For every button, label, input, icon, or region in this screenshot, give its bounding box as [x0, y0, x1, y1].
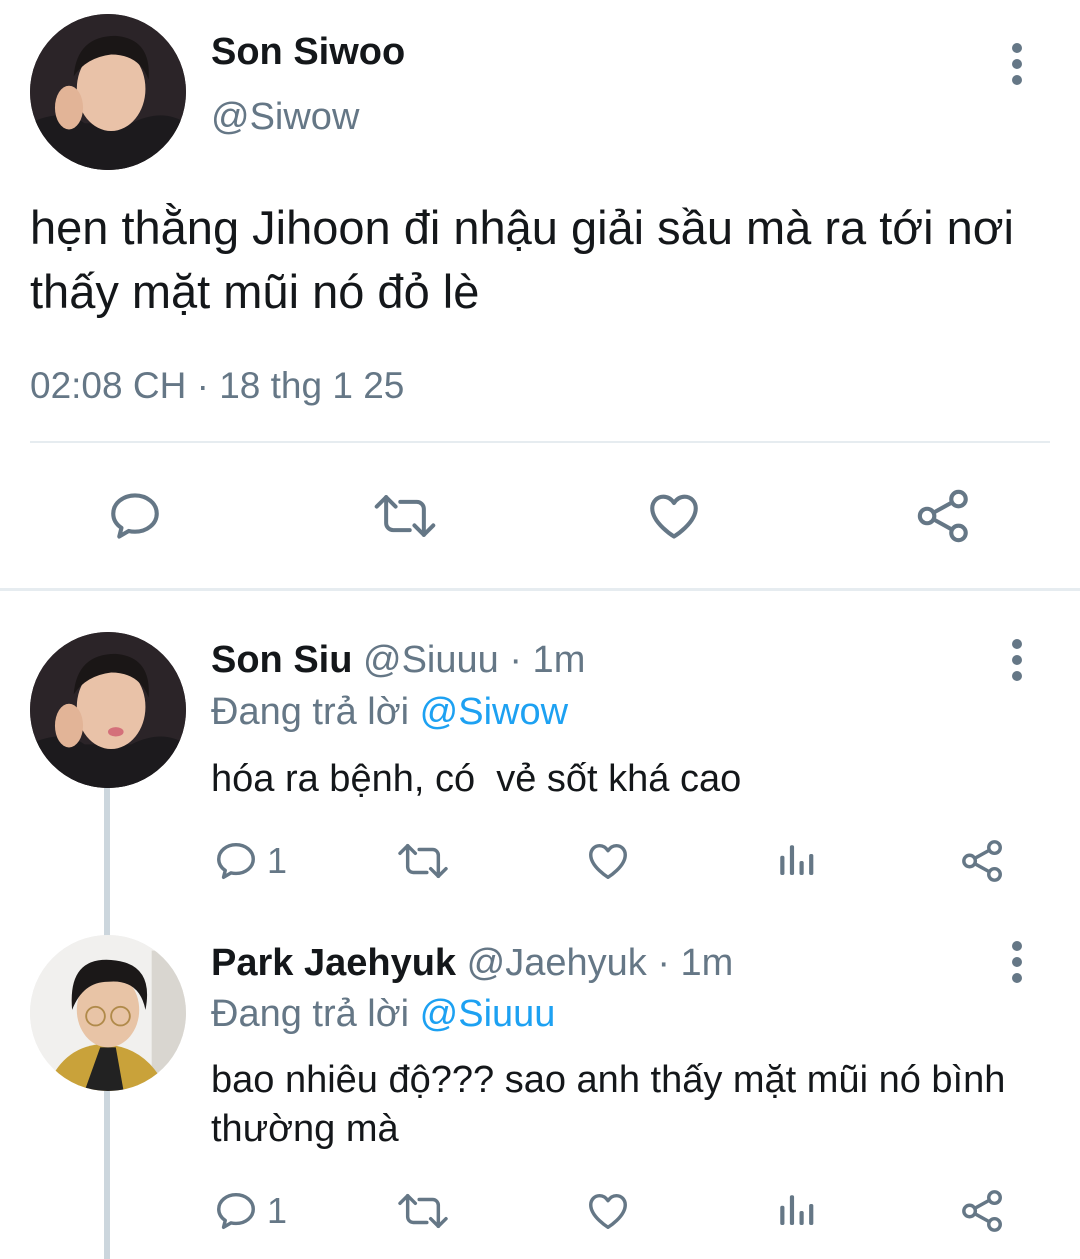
- reply-handle[interactable]: @Jaehyuk: [467, 942, 647, 984]
- author-display-name[interactable]: Son Siwoo: [211, 30, 405, 74]
- reply-avatar[interactable]: [30, 935, 186, 1091]
- retweet-button[interactable]: [396, 1188, 450, 1234]
- share-button[interactable]: [960, 838, 1006, 884]
- more-options-icon[interactable]: [1005, 42, 1029, 93]
- retweet-button[interactable]: [372, 487, 438, 545]
- reply-display-name[interactable]: Park Jaehyuk: [211, 942, 456, 984]
- reply-button[interactable]: 1: [213, 1188, 287, 1234]
- reply-avatar-image: [30, 632, 186, 788]
- like-button[interactable]: [585, 838, 631, 884]
- reply-icon: [111, 493, 159, 539]
- author-handle[interactable]: @Siwow: [211, 95, 359, 139]
- reply-icon: [217, 1192, 255, 1230]
- reply-button[interactable]: [106, 487, 164, 545]
- more-options-icon[interactable]: [1005, 638, 1029, 689]
- replying-to: Đang trả lời @Siuuu: [211, 992, 555, 1036]
- like-icon: [589, 843, 627, 880]
- replying-to: Đang trả lời @Siwow: [211, 690, 568, 734]
- share-icon: [962, 840, 1002, 882]
- retweet-icon: [398, 1193, 448, 1229]
- more-options-icon[interactable]: [1005, 940, 1029, 991]
- replying-to-label: Đang trả lời: [211, 993, 410, 1035]
- reply-text: hóa ra bệnh, có vẻ sốt khá cao: [211, 758, 742, 800]
- analytics-icon: [780, 1195, 814, 1225]
- reply-time[interactable]: · 1m: [509, 639, 585, 681]
- author-avatar-image: [30, 14, 186, 170]
- reply-header: Son Siu @Siuuu · 1m: [211, 638, 585, 682]
- analytics-button[interactable]: [775, 1188, 817, 1234]
- tweet-text: hẹn thằng Jihoon đi nhậu giải sầu mà ra …: [30, 201, 1014, 318]
- author-avatar[interactable]: [30, 14, 186, 170]
- share-button[interactable]: [960, 1188, 1006, 1234]
- retweet-icon: [374, 495, 436, 537]
- reply-header: Park Jaehyuk @Jaehyuk · 1m: [211, 941, 733, 985]
- reply-avatar[interactable]: [30, 632, 186, 788]
- reply-icon: [217, 842, 255, 880]
- like-button[interactable]: [585, 1188, 631, 1234]
- replying-to-handle[interactable]: @Siwow: [420, 691, 568, 733]
- reply-time[interactable]: · 1m: [657, 942, 733, 984]
- replying-to-handle[interactable]: @Siuuu: [420, 993, 556, 1035]
- share-icon: [962, 1190, 1002, 1232]
- retweet-icon: [398, 843, 448, 879]
- reply-button[interactable]: 1: [213, 838, 287, 884]
- replying-to-label: Đang trả lời: [211, 691, 410, 733]
- section-separator: [0, 588, 1080, 591]
- reply-handle[interactable]: @Siuuu: [363, 639, 499, 681]
- analytics-icon: [780, 845, 814, 875]
- retweet-button[interactable]: [396, 838, 450, 884]
- like-button[interactable]: [645, 487, 703, 545]
- divider: [30, 441, 1050, 443]
- reply-display-name[interactable]: Son Siu: [211, 639, 352, 681]
- reply-avatar-image: [30, 935, 186, 1091]
- share-button[interactable]: [915, 487, 973, 545]
- reply-text: bao nhiêu độ??? sao anh thấy mặt mũi nó …: [211, 1059, 1006, 1150]
- reply-count: 1: [267, 1190, 288, 1231]
- share-icon: [917, 489, 968, 543]
- tweet-timestamp[interactable]: 02:08 CH · 18 thg 1 25: [30, 364, 404, 408]
- analytics-button[interactable]: [775, 838, 817, 884]
- reply-count: 1: [267, 840, 288, 881]
- like-icon: [650, 494, 698, 539]
- like-icon: [589, 1193, 627, 1230]
